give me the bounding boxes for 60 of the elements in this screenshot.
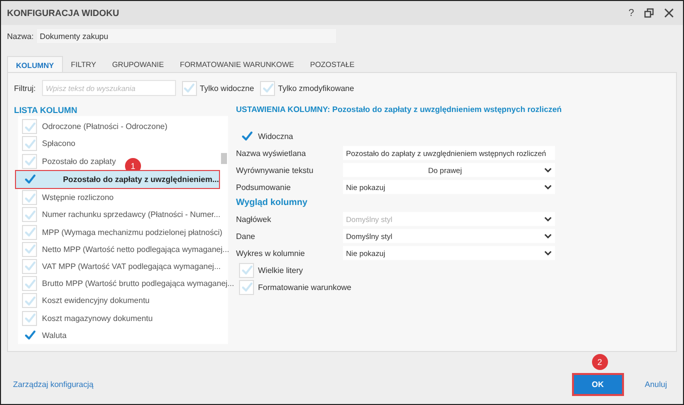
column-name[interactable]: MPP (Wymaga mechanizmu podzielonej płatności) xyxy=(42,228,222,237)
checkbox[interactable] xyxy=(182,80,197,96)
column-name[interactable]: Koszt ewidencyjny dokumentu xyxy=(42,296,150,306)
chevron-down-icon xyxy=(544,233,552,239)
checkbox-label: Tylko widoczne xyxy=(200,84,254,92)
checkbox[interactable] xyxy=(239,128,254,144)
checkbox[interactable] xyxy=(239,280,254,294)
cancel-button[interactable]: Anuluj xyxy=(640,380,671,388)
restore-icon xyxy=(644,8,654,18)
field-label: Podsumowanie xyxy=(236,182,292,192)
column-name[interactable]: Numer rachunku sprzedawcy (Płatności - Numer... xyxy=(42,210,220,220)
checkbox[interactable] xyxy=(22,224,37,240)
checkbox[interactable] xyxy=(22,242,37,257)
column-name[interactable]: Koszt magazynowy dokumentu xyxy=(42,314,153,323)
chevron-down-icon xyxy=(544,250,552,256)
column-name[interactable]: Pozostało do zapłaty xyxy=(42,156,116,166)
checkbox[interactable] xyxy=(22,276,37,292)
checkbox[interactable] xyxy=(22,258,37,274)
checkbox-label: Wielkie litery xyxy=(258,266,303,274)
column-name[interactable]: Odroczone (Płatności - Odroczone) xyxy=(42,122,168,132)
ok-button[interactable]: OK xyxy=(572,374,623,394)
column-name[interactable]: Waluta xyxy=(42,330,67,340)
help-button[interactable]: ? xyxy=(625,5,637,21)
window-title: KONFIGURACJA WIDOKU xyxy=(7,8,120,18)
section-heading: USTAWIENIA KOLUMNY: Pozostało do zapłaty z uwzględnieniem wstępnych rozliczeń xyxy=(236,104,562,116)
filter-label: Filtruj: xyxy=(14,84,36,92)
field-label: Dane xyxy=(236,232,256,240)
chevron-down-icon xyxy=(544,184,552,190)
field-label: Nazwa wyświetlana xyxy=(236,148,307,158)
checkbox[interactable] xyxy=(239,262,254,278)
column-name[interactable]: VAT MPP (Wartość VAT podlegająca wymaganej... xyxy=(42,262,221,271)
field-label: Wykres w kolumnie xyxy=(236,248,306,258)
checkbox[interactable] xyxy=(22,293,37,308)
checkbox[interactable] xyxy=(22,119,37,134)
checkbox[interactable] xyxy=(22,207,37,222)
checkbox[interactable] xyxy=(22,136,37,152)
checkbox-label: Tylko zmodyfikowane xyxy=(278,84,354,92)
section-heading: LISTA KOLUMN xyxy=(14,104,78,116)
checkbox[interactable] xyxy=(22,310,37,326)
column-name[interactable]: Wstępnie rozliczono xyxy=(42,193,114,202)
name-label: Nazwa: xyxy=(7,32,34,40)
column-name: Pozostało do zapłaty z uwzględnieniem... xyxy=(62,174,219,184)
chevron-down-icon xyxy=(544,167,552,173)
checkbox-label: Formatowanie warunkowe xyxy=(258,282,352,292)
section-heading: Wygląd kolumny xyxy=(236,197,308,209)
field-label: Wyrównywanie tekstu xyxy=(236,166,314,174)
checkbox-label: Widoczna xyxy=(258,132,294,140)
list-item[interactable]: Pozostało do zapłaty z uwzględnieniem... xyxy=(15,170,220,189)
manage-link[interactable]: Zarządzaj konfiguracją xyxy=(13,380,94,388)
checkbox[interactable] xyxy=(22,154,37,169)
name-field[interactable]: Dokumenty zakupu xyxy=(36,29,336,43)
checkbox[interactable] xyxy=(260,80,276,96)
column-name[interactable]: Brutto MPP (Wartość brutto podlegająca wymaganej... xyxy=(42,279,234,288)
chevron-down-icon xyxy=(544,216,552,222)
close-icon xyxy=(664,8,674,18)
field-label: Nagłówek xyxy=(236,214,272,224)
checkbox[interactable] xyxy=(22,190,37,206)
step-badge: 2 xyxy=(592,354,608,370)
column-name[interactable]: Netto MPP (Wartość netto podlegająca wymaganej... xyxy=(42,244,230,254)
column-name[interactable]: Spłacono xyxy=(42,139,76,148)
